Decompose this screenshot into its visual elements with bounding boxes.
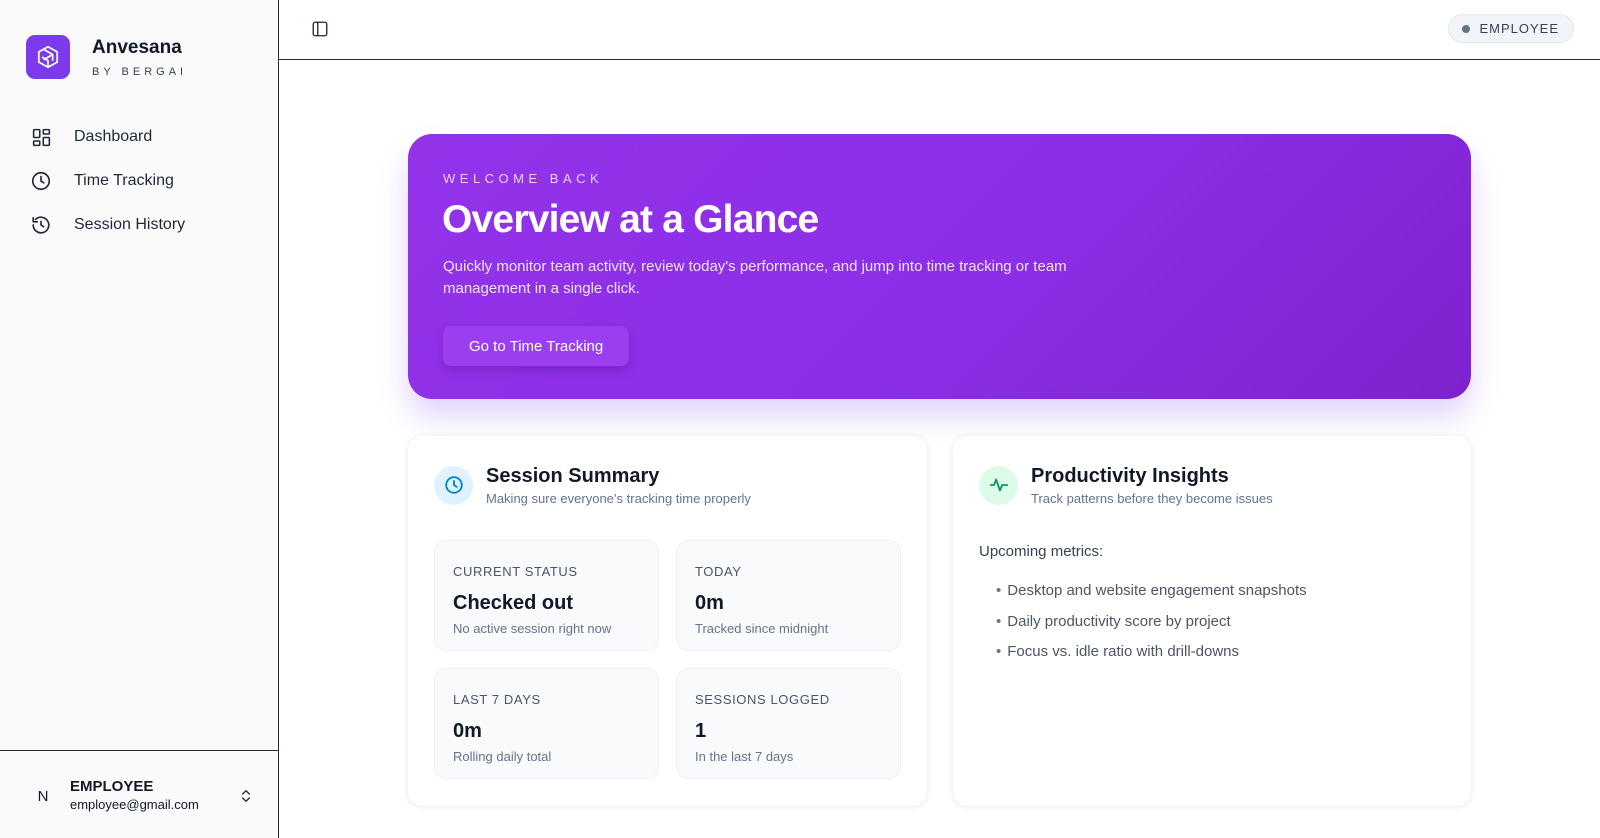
stat-note: No active session right now: [453, 621, 612, 636]
stat-label: SESSIONS LOGGED: [695, 692, 830, 707]
sidebar-item-label: Time Tracking: [74, 172, 174, 189]
topbar: EMPLOYEE: [279, 0, 1600, 60]
sidebar-item-dashboard[interactable]: Dashboard: [18, 115, 263, 159]
stat-today: TODAY 0m Tracked since midnight: [676, 540, 901, 651]
clock-icon: [434, 465, 473, 505]
stat-value: 1: [695, 720, 707, 742]
stat-note: In the last 7 days: [695, 749, 794, 764]
stat-value: Checked out: [453, 592, 574, 614]
user-email: employee@gmail.com: [70, 797, 199, 812]
history-icon: [30, 214, 52, 236]
card-subtitle: Track patterns before they become issues: [1031, 491, 1273, 506]
sidebar-toggle-icon[interactable]: [309, 18, 331, 40]
stat-last-7-days: LAST 7 DAYS 0m Rolling daily total: [434, 668, 659, 779]
stat-value: 0m: [453, 720, 482, 742]
list-item: • Desktop and website engagement snapshot…: [996, 582, 1307, 599]
sidebar-item-time-tracking[interactable]: Time Tracking: [18, 159, 263, 203]
stat-label: LAST 7 DAYS: [453, 692, 541, 707]
stat-note: Tracked since midnight: [695, 621, 829, 636]
dashboard-icon: [30, 126, 52, 148]
stat-current-status: CURRENT STATUS Checked out No active ses…: [434, 540, 659, 651]
list-item: • Daily productivity score by project: [996, 612, 1231, 630]
card-title: Productivity Insights: [1031, 465, 1229, 487]
card-subtitle: Making sure everyone’s tracking time pro…: [486, 491, 751, 506]
stat-label: CURRENT STATUS: [453, 564, 578, 579]
stat-note: Rolling daily total: [453, 749, 552, 764]
user-menu-button[interactable]: N EMPLOYEE employee@gmail.com: [24, 777, 256, 815]
status-dot-icon: [1462, 24, 1471, 33]
stat-sessions-logged: SESSIONS LOGGED 1 In the last 7 days: [676, 668, 901, 779]
role-badge-label: EMPLOYEE: [1479, 21, 1559, 36]
sidebar-nav: Dashboard Time Tracking Session History: [18, 115, 263, 247]
metrics-heading: Upcoming metrics:: [979, 543, 1104, 560]
role-badge: EMPLOYEE: [1448, 14, 1574, 43]
sidebar: Anvesana BY BERGAI Dashboard Time Tracki…: [0, 0, 279, 838]
stat-value: 0m: [695, 592, 724, 614]
metrics-list: • Desktop and website engagement snapshot…: [996, 576, 1307, 668]
chevron-up-down-icon: [236, 786, 256, 806]
activity-icon: [979, 465, 1018, 505]
user-role: EMPLOYEE: [70, 778, 154, 795]
sidebar-item-session-history[interactable]: Session History: [18, 203, 263, 247]
sidebar-item-label: Dashboard: [74, 128, 153, 145]
brand-name: Anvesana: [92, 37, 182, 58]
session-summary-card: Session Summary Making sure everyone’s t…: [408, 436, 927, 806]
list-item: • Focus vs. idle ratio with drill-downs: [996, 643, 1240, 660]
go-to-time-tracking-button[interactable]: Go to Time Tracking: [443, 326, 630, 366]
stat-label: TODAY: [695, 564, 742, 579]
hero-description: Quickly monitor team activity, review to…: [443, 258, 1067, 297]
brand[interactable]: Anvesana BY BERGAI: [26, 35, 187, 79]
brand-subtitle: BY BERGAI: [92, 66, 188, 78]
clock-icon: [30, 170, 52, 192]
card-title: Session Summary: [486, 465, 660, 487]
productivity-insights-card: Productivity Insights Track patterns bef…: [953, 436, 1471, 806]
hero-eyebrow: WELCOME BACK: [443, 171, 604, 186]
brand-logo-icon: [26, 35, 70, 79]
sidebar-item-label: Session History: [74, 216, 186, 233]
avatar: N: [37, 787, 49, 805]
user-menu: N EMPLOYEE employee@gmail.com: [0, 750, 278, 838]
page-title: Overview at a Glance: [442, 198, 819, 241]
welcome-hero: WELCOME BACK Overview at a Glance Quickl…: [408, 134, 1471, 399]
